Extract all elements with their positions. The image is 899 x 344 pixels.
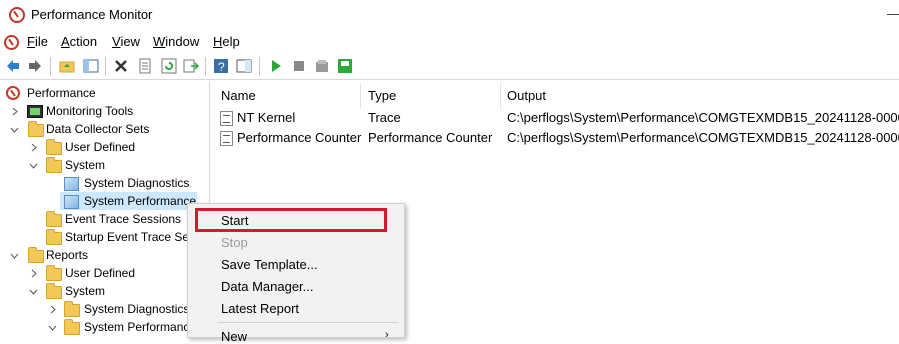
menu-separator [218,322,398,323]
folder-icon [46,283,62,299]
folder-icon [46,139,62,155]
tree-item-system-performance[interactable]: System Performance [60,192,197,210]
menu-action[interactable]: Action [61,34,97,49]
menu-help[interactable]: Help [213,34,240,49]
row-type: Trace [368,110,401,125]
toolbar: ? [0,53,899,80]
folder-icon [64,301,80,317]
folder-icon [46,211,62,227]
row-output: C:\perflogs\System\Performance\COMGTEXMD… [507,110,899,125]
column-header-type[interactable]: Type [368,88,396,103]
folder-icon [46,157,62,173]
chevron-down-icon[interactable] [10,251,19,260]
data-collector-set-icon [64,195,79,209]
menu-view[interactable]: View [112,34,140,49]
row-name: NT Kernel [237,110,296,125]
stop-icon[interactable] [291,58,307,74]
data-collector-sets-icon [28,121,44,137]
folder-icon [46,265,62,281]
title-bar: Performance Monitor [0,0,899,31]
folder-icon [46,229,62,245]
show-hide-tree-icon[interactable] [83,58,99,74]
forward-arrow-icon[interactable] [27,58,43,74]
chevron-right-icon[interactable] [10,107,19,116]
chevron-down-icon[interactable] [29,161,38,170]
chevron-right-icon[interactable] [29,143,38,152]
refresh-icon[interactable] [161,58,177,74]
performance-icon [6,86,20,100]
trace-file-icon [220,111,233,126]
context-menu-save-template[interactable]: Save Template... [221,257,318,272]
column-header-output[interactable]: Output [507,88,546,103]
chevron-down-icon[interactable] [48,323,57,332]
row-type: Performance Counter [368,130,493,145]
context-menu-latest-report[interactable]: Latest Report [221,301,299,316]
menu-window[interactable]: Window [153,34,199,49]
table-row[interactable]: Performance Counter Performance Counter … [214,128,899,148]
row-output: C:\perflogs\System\Performance\COMGTEXMD… [507,130,899,145]
performance-counter-icon [220,131,233,146]
export-list-icon[interactable] [183,58,199,74]
table-row[interactable]: NT Kernel Trace C:\perflogs\System\Perfo… [214,108,899,128]
row-name: Performance Counter [237,130,362,145]
help-icon[interactable]: ? [213,58,229,74]
up-folder-icon[interactable] [59,58,75,74]
submenu-arrow-icon: › [385,329,389,341]
svg-text:?: ? [218,60,225,74]
new-icon[interactable] [314,58,330,74]
properties-icon[interactable] [137,58,153,74]
system-menu-icon[interactable] [4,35,19,50]
context-menu-data-manager[interactable]: Data Manager... [221,279,314,294]
data-collector-set-icon [64,177,79,191]
navigation-tree: Performance Monitoring Tools Data Collec… [0,81,210,338]
context-menu-stop[interactable]: Stop [221,235,248,250]
save-icon[interactable] [337,58,353,74]
chevron-down-icon[interactable] [10,125,19,134]
reports-icon [28,247,44,263]
context-menu-new[interactable]: New [221,329,247,344]
monitoring-tools-icon [27,105,43,118]
delete-icon[interactable] [113,58,129,74]
performance-monitor-icon [9,7,25,23]
context-menu: Start Stop Save Template... Data Manager… [187,203,405,344]
context-menu-start[interactable]: Start [221,213,248,228]
folder-icon [64,319,80,335]
menu-bar: File Action View Window Help [0,31,899,52]
back-arrow-icon[interactable] [5,58,21,74]
chevron-right-icon[interactable] [48,305,57,314]
column-header-name[interactable]: Name [221,88,256,103]
window-title: Performance Monitor [31,7,153,22]
chevron-right-icon[interactable] [29,269,38,278]
menu-file[interactable]: File [27,34,48,49]
chevron-down-icon[interactable] [29,287,38,296]
minimize-button[interactable] [887,14,899,15]
details-pane-icon[interactable] [236,58,252,74]
start-icon[interactable] [268,58,284,74]
